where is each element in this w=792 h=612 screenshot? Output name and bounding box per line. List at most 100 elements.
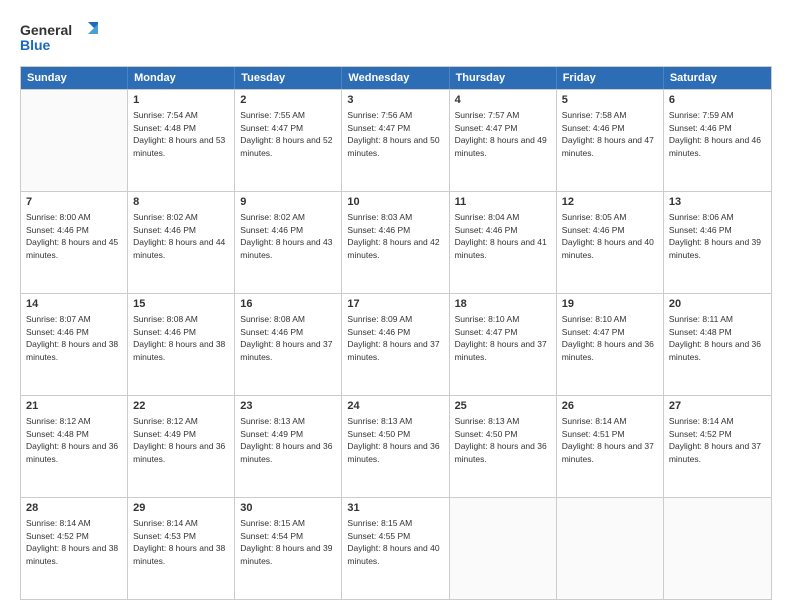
day-cell-21: 21 Sunrise: 8:12 AMSunset: 4:48 PMDayligh… <box>21 396 128 497</box>
day-cell-28: 28 Sunrise: 8:14 AMSunset: 4:52 PMDayligh… <box>21 498 128 599</box>
day-cell-29: 29 Sunrise: 8:14 AMSunset: 4:53 PMDayligh… <box>128 498 235 599</box>
calendar-row-3: 14 Sunrise: 8:07 AMSunset: 4:46 PMDayligh… <box>21 293 771 395</box>
day-number: 21 <box>26 399 122 414</box>
cell-info: Sunrise: 8:07 AMSunset: 4:46 PMDaylight:… <box>26 314 118 362</box>
day-cell-27: 27Sunrise: 8:14 AMSunset: 4:52 PMDayligh… <box>664 396 771 497</box>
cell-info: Sunrise: 8:02 AMSunset: 4:46 PMDaylight:… <box>133 212 225 260</box>
header-day-friday: Friday <box>557 67 664 89</box>
cell-info: Sunrise: 8:13 AMSunset: 4:50 PMDaylight:… <box>455 416 547 464</box>
cell-info: Sunrise: 8:14 AMSunset: 4:53 PMDaylight:… <box>133 518 225 566</box>
day-number: 19 <box>562 297 658 312</box>
cell-info: Sunrise: 8:10 AMSunset: 4:47 PMDaylight:… <box>562 314 654 362</box>
header-day-tuesday: Tuesday <box>235 67 342 89</box>
day-number: 26 <box>562 399 658 414</box>
logo-svg: General Blue <box>20 18 100 56</box>
day-cell-10: 10 Sunrise: 8:03 AMSunset: 4:46 PMDayligh… <box>342 192 449 293</box>
cell-info: Sunrise: 8:14 AMSunset: 4:51 PMDaylight:… <box>562 416 654 464</box>
day-number: 13 <box>669 195 766 210</box>
day-cell-31: 31 Sunrise: 8:15 AMSunset: 4:55 PMDayligh… <box>342 498 449 599</box>
day-cell-15: 15 Sunrise: 8:08 AMSunset: 4:46 PMDayligh… <box>128 294 235 395</box>
cell-info: Sunrise: 8:10 AMSunset: 4:47 PMDaylight:… <box>455 314 547 362</box>
day-cell-24: 24Sunrise: 8:13 AMSunset: 4:50 PMDayligh… <box>342 396 449 497</box>
day-number: 17 <box>347 297 443 312</box>
empty-cell <box>450 498 557 599</box>
cell-info: Sunrise: 8:09 AMSunset: 4:46 PMDaylight:… <box>347 314 439 362</box>
day-cell-8: 8Sunrise: 8:02 AMSunset: 4:46 PMDaylight… <box>128 192 235 293</box>
cell-info: Sunrise: 8:11 AMSunset: 4:48 PMDaylight:… <box>669 314 761 362</box>
empty-cell <box>557 498 664 599</box>
day-number: 9 <box>240 195 336 210</box>
cell-info: Sunrise: 8:03 AMSunset: 4:46 PMDaylight:… <box>347 212 439 260</box>
day-cell-7: 7Sunrise: 8:00 AMSunset: 4:46 PMDaylight… <box>21 192 128 293</box>
day-cell-26: 26 Sunrise: 8:14 AMSunset: 4:51 PMDayligh… <box>557 396 664 497</box>
cell-info: Sunrise: 8:14 AMSunset: 4:52 PMDaylight:… <box>26 518 118 566</box>
day-cell-3: 3 Sunrise: 7:56 AMSunset: 4:47 PMDaylight… <box>342 90 449 191</box>
day-cell-16: 16 Sunrise: 8:08 AMSunset: 4:46 PMDayligh… <box>235 294 342 395</box>
day-cell-13: 13 Sunrise: 8:06 AMSunset: 4:46 PMDayligh… <box>664 192 771 293</box>
header-day-saturday: Saturday <box>664 67 771 89</box>
day-number: 25 <box>455 399 551 414</box>
cell-info: Sunrise: 8:02 AMSunset: 4:46 PMDaylight:… <box>240 212 332 260</box>
cell-info: Sunrise: 8:15 AMSunset: 4:55 PMDaylight:… <box>347 518 439 566</box>
empty-cell <box>664 498 771 599</box>
day-number: 29 <box>133 501 229 516</box>
day-number: 18 <box>455 297 551 312</box>
calendar-row-1: 1Sunrise: 7:54 AMSunset: 4:48 PMDaylight… <box>21 89 771 191</box>
calendar: SundayMondayTuesdayWednesdayThursdayFrid… <box>20 66 772 600</box>
cell-info: Sunrise: 7:57 AMSunset: 4:47 PMDaylight:… <box>455 110 547 158</box>
header-day-thursday: Thursday <box>450 67 557 89</box>
calendar-row-5: 28 Sunrise: 8:14 AMSunset: 4:52 PMDayligh… <box>21 497 771 599</box>
calendar-row-4: 21 Sunrise: 8:12 AMSunset: 4:48 PMDayligh… <box>21 395 771 497</box>
day-cell-18: 18 Sunrise: 8:10 AMSunset: 4:47 PMDayligh… <box>450 294 557 395</box>
svg-text:Blue: Blue <box>20 37 51 53</box>
day-number: 10 <box>347 195 443 210</box>
cell-info: Sunrise: 8:08 AMSunset: 4:46 PMDaylight:… <box>133 314 225 362</box>
calendar-body: 1Sunrise: 7:54 AMSunset: 4:48 PMDaylight… <box>21 89 771 599</box>
cell-info: Sunrise: 8:06 AMSunset: 4:46 PMDaylight:… <box>669 212 761 260</box>
day-cell-22: 22 Sunrise: 8:12 AMSunset: 4:49 PMDayligh… <box>128 396 235 497</box>
page: General Blue SundayMondayTuesdayWednesda… <box>0 0 792 612</box>
day-number: 23 <box>240 399 336 414</box>
day-cell-1: 1Sunrise: 7:54 AMSunset: 4:48 PMDaylight… <box>128 90 235 191</box>
day-cell-5: 5 Sunrise: 7:58 AMSunset: 4:46 PMDaylight… <box>557 90 664 191</box>
day-cell-17: 17 Sunrise: 8:09 AMSunset: 4:46 PMDayligh… <box>342 294 449 395</box>
cell-info: Sunrise: 8:15 AMSunset: 4:54 PMDaylight:… <box>240 518 332 566</box>
day-number: 15 <box>133 297 229 312</box>
logo: General Blue <box>20 18 100 56</box>
calendar-header: SundayMondayTuesdayWednesdayThursdayFrid… <box>21 67 771 89</box>
day-number: 6 <box>669 93 766 108</box>
cell-info: Sunrise: 7:58 AMSunset: 4:46 PMDaylight:… <box>562 110 654 158</box>
cell-info: Sunrise: 8:12 AMSunset: 4:49 PMDaylight:… <box>133 416 225 464</box>
day-number: 22 <box>133 399 229 414</box>
day-number: 3 <box>347 93 443 108</box>
day-number: 5 <box>562 93 658 108</box>
day-cell-4: 4 Sunrise: 7:57 AMSunset: 4:47 PMDaylight… <box>450 90 557 191</box>
day-cell-2: 2 Sunrise: 7:55 AMSunset: 4:47 PMDaylight… <box>235 90 342 191</box>
cell-info: Sunrise: 8:13 AMSunset: 4:49 PMDaylight:… <box>240 416 332 464</box>
cell-info: Sunrise: 8:04 AMSunset: 4:46 PMDaylight:… <box>455 212 547 260</box>
header: General Blue <box>20 18 772 56</box>
day-cell-6: 6Sunrise: 7:59 AMSunset: 4:46 PMDaylight… <box>664 90 771 191</box>
day-cell-12: 12Sunrise: 8:05 AMSunset: 4:46 PMDayligh… <box>557 192 664 293</box>
day-number: 14 <box>26 297 122 312</box>
day-cell-20: 20 Sunrise: 8:11 AMSunset: 4:48 PMDayligh… <box>664 294 771 395</box>
day-cell-23: 23 Sunrise: 8:13 AMSunset: 4:49 PMDayligh… <box>235 396 342 497</box>
day-number: 4 <box>455 93 551 108</box>
day-number: 2 <box>240 93 336 108</box>
day-cell-19: 19 Sunrise: 8:10 AMSunset: 4:47 PMDayligh… <box>557 294 664 395</box>
day-number: 31 <box>347 501 443 516</box>
cell-info: Sunrise: 8:08 AMSunset: 4:46 PMDaylight:… <box>240 314 332 362</box>
day-cell-11: 11Sunrise: 8:04 AMSunset: 4:46 PMDayligh… <box>450 192 557 293</box>
cell-info: Sunrise: 7:54 AMSunset: 4:48 PMDaylight:… <box>133 110 225 158</box>
cell-info: Sunrise: 8:12 AMSunset: 4:48 PMDaylight:… <box>26 416 118 464</box>
cell-info: Sunrise: 7:55 AMSunset: 4:47 PMDaylight:… <box>240 110 332 158</box>
day-cell-30: 30Sunrise: 8:15 AMSunset: 4:54 PMDayligh… <box>235 498 342 599</box>
day-number: 16 <box>240 297 336 312</box>
day-cell-14: 14 Sunrise: 8:07 AMSunset: 4:46 PMDayligh… <box>21 294 128 395</box>
header-day-wednesday: Wednesday <box>342 67 449 89</box>
day-number: 20 <box>669 297 766 312</box>
day-number: 28 <box>26 501 122 516</box>
header-day-sunday: Sunday <box>21 67 128 89</box>
cell-info: Sunrise: 7:56 AMSunset: 4:47 PMDaylight:… <box>347 110 439 158</box>
svg-text:General: General <box>20 22 72 38</box>
